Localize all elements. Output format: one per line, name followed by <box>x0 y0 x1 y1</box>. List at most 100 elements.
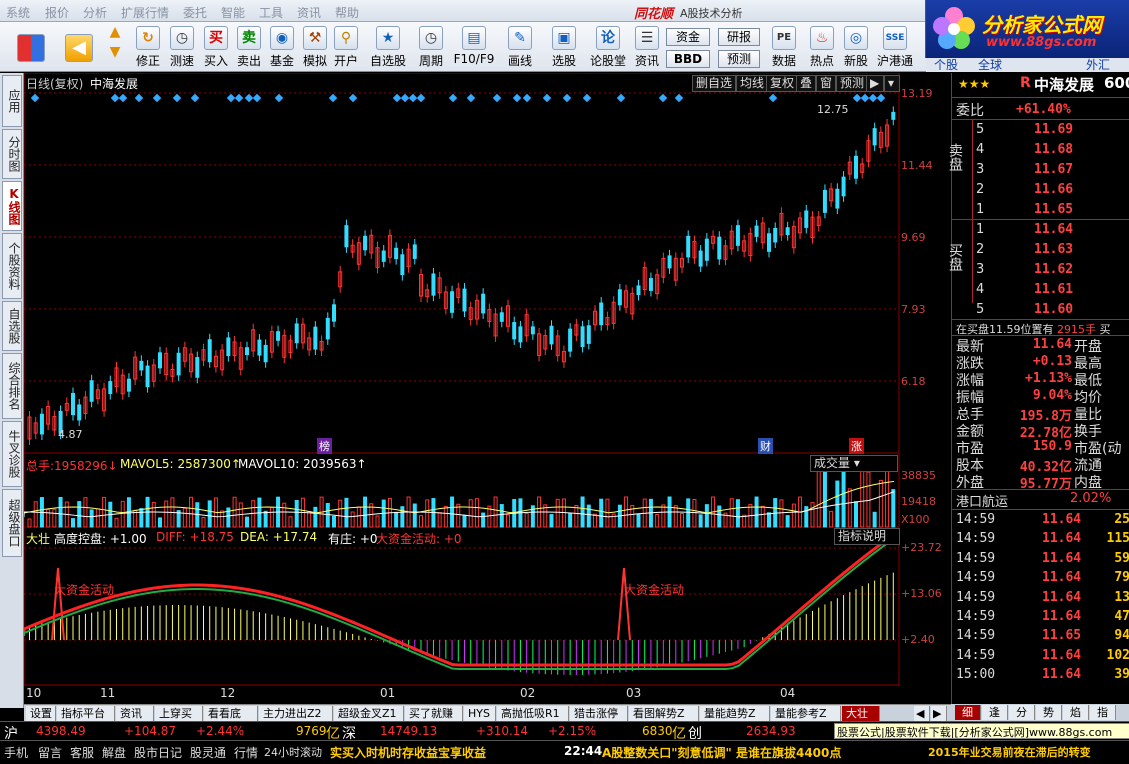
capital-box[interactable]: 资金 <box>666 28 710 46</box>
ipo-button[interactable]: ◎ 新股 <box>840 24 872 70</box>
bottom-tab[interactable]: 高抛低吸R1 <box>497 706 569 721</box>
marker-rank[interactable]: 榜 <box>317 438 332 454</box>
simulate-button[interactable]: ⚒ 模拟 <box>299 24 331 70</box>
status-24h[interactable]: 24小时滚动 <box>264 744 322 760</box>
remove-watchlist-button[interactable]: 删自选 <box>692 75 737 92</box>
bottom-tab[interactable]: 大壮 <box>842 706 880 721</box>
scroll-left-icon[interactable]: ◀ <box>914 706 930 721</box>
forecast-box[interactable]: 预测 <box>718 50 760 68</box>
bottom-tab[interactable]: 设置 <box>26 706 56 721</box>
menu-trade[interactable]: 委托 <box>183 4 207 21</box>
forecast-button[interactable]: 预测 <box>836 75 869 92</box>
menu-ext-quote[interactable]: 扩展行情 <box>121 4 169 21</box>
extra-tab-global[interactable]: 全球 <box>978 56 1002 73</box>
stock-picker-button[interactable]: ▣ 选股 <box>546 24 582 70</box>
buy-order-row[interactable]: 3 11.62 <box>952 261 1129 281</box>
overlay-button[interactable]: 叠 <box>796 75 817 92</box>
fund-button[interactable]: ◉ 基金 <box>266 24 298 70</box>
kline-chart-area[interactable]: 日线(复权) 中海发展 删自选 均线 复权 叠 窗 预测 ▶ ▾ 13.19 1… <box>24 73 951 699</box>
bottom-tab[interactable]: 上穿买 <box>155 706 203 721</box>
sell-order-row[interactable]: 4 11.68 <box>952 141 1129 161</box>
tab-kline[interactable]: K线图 <box>2 181 22 231</box>
status-mobile[interactable]: 手机 <box>4 744 28 761</box>
chevron-down-icon[interactable]: ▾ <box>884 75 900 92</box>
status-market[interactable]: 行情 <box>234 744 258 761</box>
sell-order-row[interactable]: 1 11.65 <box>952 201 1129 221</box>
buy-order-row[interactable]: 4 11.61 <box>952 281 1129 301</box>
bottom-tab[interactable]: 主力进出Z2 <box>259 706 333 721</box>
right-tab[interactable]: 势 <box>1036 705 1062 720</box>
bottom-tab[interactable]: 看看底 <box>204 706 258 721</box>
bottom-tab[interactable]: 猎击涨停 <box>570 706 628 721</box>
sector-name[interactable]: 港口航运 <box>956 491 1008 510</box>
marker-finance[interactable]: 财 <box>758 438 773 454</box>
arrow-up-icon[interactable]: ▲ <box>104 24 126 44</box>
page-updown[interactable]: ▲ ▼ <box>104 24 126 70</box>
buy-order-row[interactable]: 5 11.60 <box>952 301 1129 321</box>
forum-button[interactable]: 论论股堂 <box>588 24 628 70</box>
adjust-button[interactable]: 复权 <box>766 75 799 92</box>
research-box[interactable]: 研报 <box>718 28 760 46</box>
tab-apps[interactable]: 应用 <box>2 75 22 127</box>
tab-ranking[interactable]: 综合排名 <box>2 353 22 419</box>
back-button[interactable]: ◀ <box>62 24 96 70</box>
news-ticker-3[interactable]: 2015年业交易前夜在滞后的转变 <box>928 744 1091 760</box>
bbd-box[interactable]: BBD <box>666 50 710 68</box>
sell-order-row[interactable]: 5 11.69 <box>952 121 1129 141</box>
cy-index[interactable]: 2634.93 <box>746 724 796 738</box>
sell-order-row[interactable]: 3 11.67 <box>952 161 1129 181</box>
ma-button[interactable]: 均线 <box>736 75 769 92</box>
right-tab[interactable]: 分 <box>1009 705 1035 720</box>
tab-super-level2[interactable]: 超级盘口 <box>2 489 22 557</box>
menu-smart[interactable]: 智能 <box>221 4 245 21</box>
data-button[interactable]: PE 数据 <box>766 24 802 70</box>
window-button[interactable]: 窗 <box>816 75 837 92</box>
status-diary[interactable]: 股市日记 <box>134 744 182 761</box>
bottom-tab[interactable]: 超级金叉Z1 <box>334 706 404 721</box>
marker-limit-up[interactable]: 涨 <box>849 438 864 454</box>
hotspot-button[interactable]: ♨ 热点 <box>806 24 838 70</box>
fix-button[interactable]: ↻ 修正 <box>132 24 164 70</box>
period-button[interactable]: ◷ 周期 <box>412 24 450 70</box>
indicator-help-button[interactable]: 指标说明 <box>834 528 900 545</box>
menu-system[interactable]: 系统 <box>6 4 30 21</box>
sell-order-row[interactable]: 2 11.66 <box>952 181 1129 201</box>
speedtest-button[interactable]: ◷ 测速 <box>166 24 198 70</box>
right-tab[interactable]: 焰 <box>1063 705 1089 720</box>
right-tab[interactable]: 细 <box>955 705 981 720</box>
status-lingtong[interactable]: 股灵通 <box>190 744 226 761</box>
news-ticker-1[interactable]: 实买入时机时存收益宝享收益 <box>330 744 486 761</box>
menu-tools[interactable]: 工具 <box>259 4 283 21</box>
buy-button[interactable]: 买买入 <box>200 24 232 70</box>
volume-dropdown[interactable]: 成交量 ▾ <box>810 455 898 472</box>
news-ticker-2[interactable]: A股整数关口"刻意低调" 是谁在旗拔4400点 <box>602 744 841 761</box>
open-account-button[interactable]: ⚲ 开户 <box>330 24 362 70</box>
tab-watchlist[interactable]: 自选股 <box>2 301 22 351</box>
sell-button[interactable]: 卖卖出 <box>233 24 265 70</box>
menu-help[interactable]: 帮助 <box>335 4 359 21</box>
bottom-tab[interactable]: 量能趋势Z <box>700 706 770 721</box>
sh-index[interactable]: 4398.49 <box>36 724 86 738</box>
right-tab[interactable]: 逢 <box>982 705 1008 720</box>
bottom-tab[interactable]: 资讯 <box>116 706 154 721</box>
bottom-tab[interactable]: 指标平台 <box>57 706 115 721</box>
arrow-down-icon[interactable]: ▼ <box>104 44 126 64</box>
f10-button[interactable]: ▤ F10/F9 <box>452 24 496 70</box>
status-analysis[interactable]: 解盘 <box>102 744 126 761</box>
bottom-tab[interactable]: HYS <box>464 706 496 721</box>
right-tab[interactable]: 指 <box>1090 705 1116 720</box>
buy-order-row[interactable]: 2 11.63 <box>952 241 1129 261</box>
sz-index[interactable]: 14749.13 <box>380 724 437 738</box>
expand-icon[interactable]: ▶ <box>866 75 884 92</box>
status-message[interactable]: 留言 <box>38 744 62 761</box>
tab-diagnose[interactable]: 牛叉诊股 <box>2 421 22 487</box>
menu-news[interactable]: 资讯 <box>297 4 321 21</box>
tab-timeshare[interactable]: 分时图 <box>2 129 22 179</box>
tab-stock-info[interactable]: 个股资料 <box>2 233 22 299</box>
hk-connect-button[interactable]: SSE 沪港通 <box>874 24 916 70</box>
news-button[interactable]: ☰ 资讯 <box>632 24 662 70</box>
layout-button[interactable] <box>14 24 48 70</box>
bottom-tab[interactable]: 买了就赚 <box>405 706 463 721</box>
extra-tab-forex[interactable]: 外汇 <box>1086 56 1110 73</box>
watchlist-button[interactable]: ★ 自选股 <box>368 24 408 70</box>
